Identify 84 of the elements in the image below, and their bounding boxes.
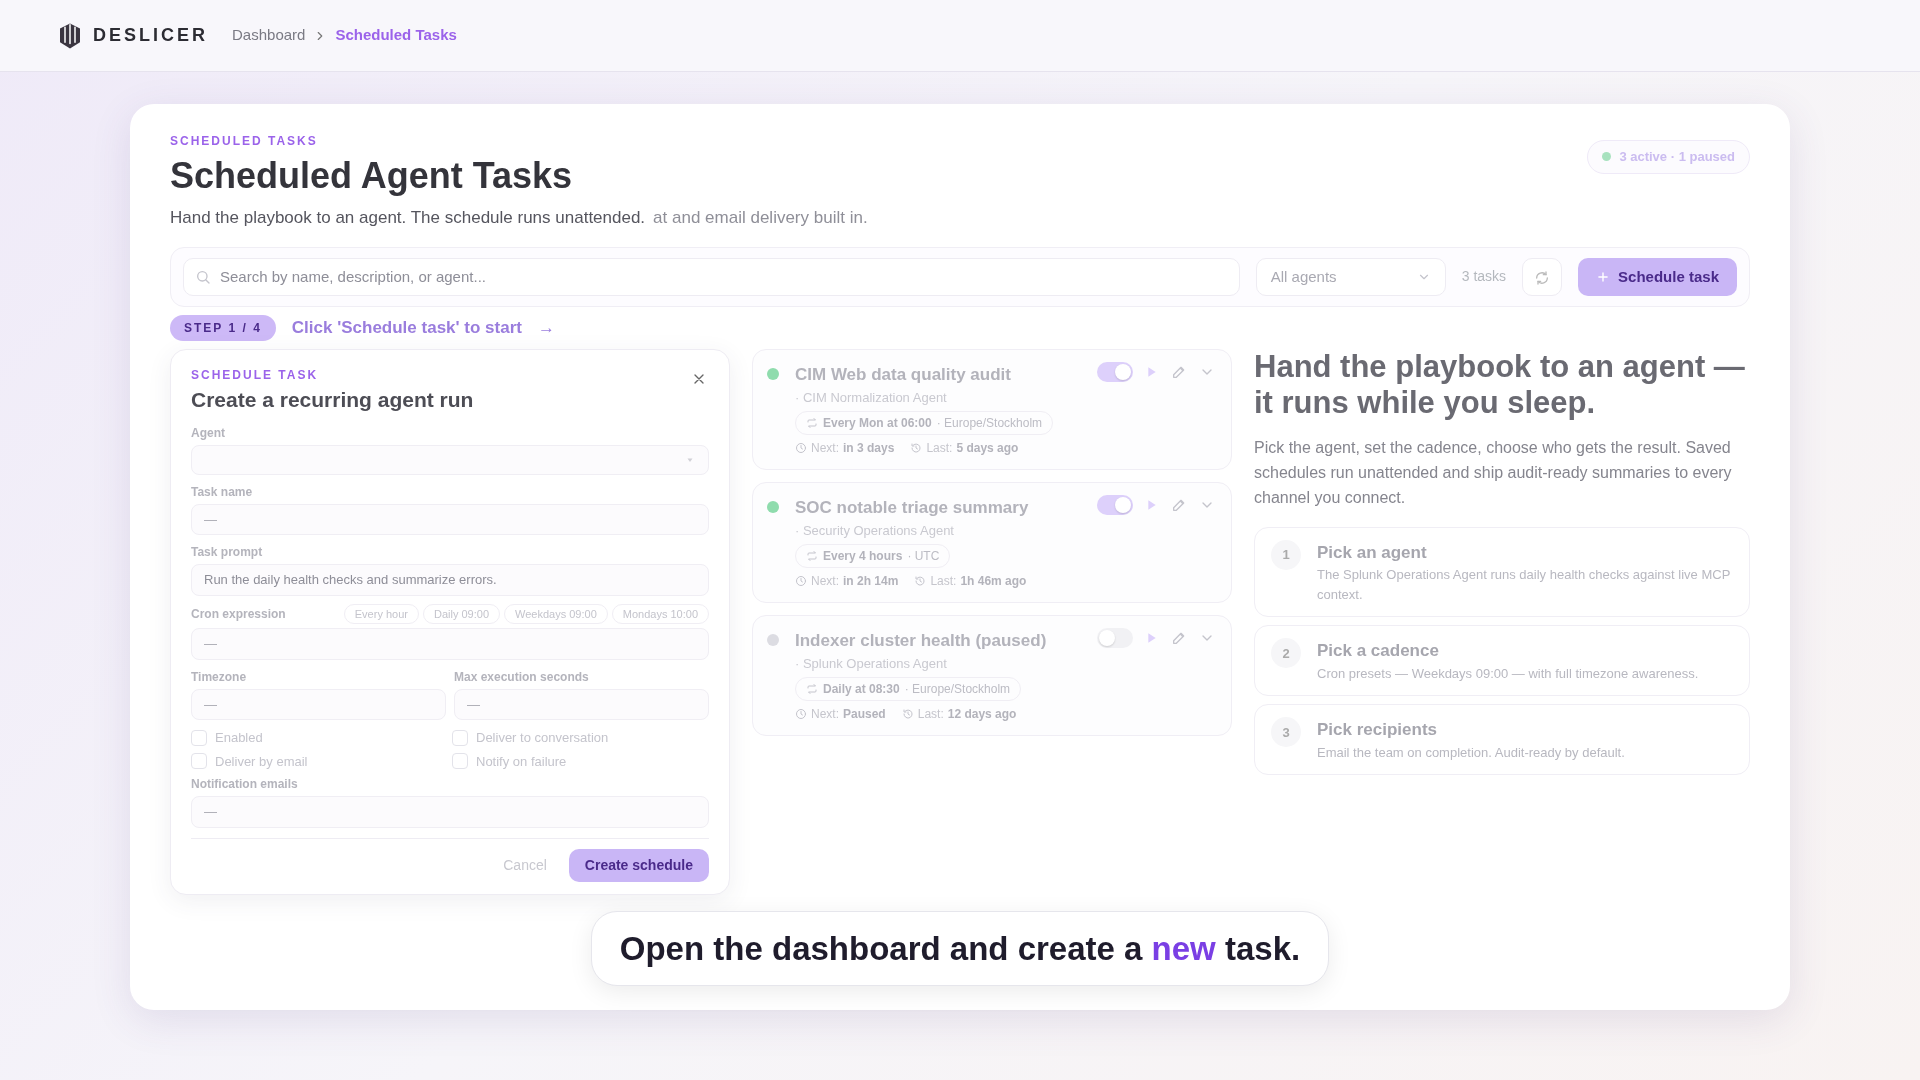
timezone-field[interactable]: — [191,688,446,721]
step-text: The Splunk Operations Agent runs daily health checks against live MCP context. [1317,566,1732,604]
toggle-switch[interactable] [1097,628,1133,649]
checkbox[interactable] [452,753,468,770]
task-name-field[interactable]: — [191,503,709,536]
toggle-switch[interactable] [1097,495,1133,516]
last-run: Last: 12 days ago [901,705,1017,724]
history-icon [901,708,914,721]
clock-icon [795,442,807,455]
page-subtitle: Hand the playbook to an agent. The schedule runs unattended. [170,207,646,230]
create-schedule-button[interactable]: Create schedule [568,848,709,882]
history-icon [914,575,927,588]
caption-text: Open the dashboard and create a new task. [590,910,1330,987]
repeat-icon [806,550,818,563]
step-title: Pick an agent [1317,541,1428,564]
field-label: Timezone [191,668,248,686]
checkbox[interactable] [452,729,468,746]
step-hint: Click 'Schedule task' to start [291,317,522,340]
edit-icon[interactable] [1171,630,1187,647]
preset-chip[interactable]: Daily 09:00 [423,603,501,625]
clock-icon [795,708,807,721]
plus-icon [1596,269,1611,284]
task-name: SOC notable triage summary [795,497,1030,520]
step-text: Cron presets — Weekdays 09:00 — with full timezone awareness. [1317,664,1699,683]
preset-chip[interactable]: Weekdays 09:00 [504,603,608,625]
field-label: Max execution seconds [454,668,590,686]
task-count: 3 tasks [1461,267,1507,287]
option-label: Deliver to conversation [476,729,609,748]
search-icon [195,268,211,285]
step-title: Pick a cadence [1317,640,1440,663]
checkbox[interactable] [191,753,207,770]
option-label: Notify on failure [476,752,567,771]
max-seconds-field[interactable]: — [454,688,709,721]
arrow-glyph: → [537,317,555,340]
step-title: Pick recipients [1317,719,1438,742]
dialog-eyebrow: SCHEDULE TASK [191,367,320,385]
field-label: Task name [191,483,254,501]
schedule-task-button[interactable]: Schedule task [1578,257,1737,297]
cron-field[interactable]: — [191,628,709,660]
page-title: Scheduled Agent Tasks [170,154,574,198]
dialog-title: Create a recurring agent run [191,387,474,414]
option-label: Deliver by email [215,752,308,771]
repeat-icon [806,417,818,430]
clock-icon [795,575,807,588]
option-label: Enabled [215,729,263,748]
task-prompt-field[interactable]: Run the daily health checks and summarize errors. [191,564,709,596]
step-badge: STEP 1 / 4 [170,315,276,342]
history-icon [910,442,923,455]
toggle-switch[interactable] [1097,362,1133,383]
section-eyebrow: SCHEDULED TASKS [170,133,319,150]
edit-icon[interactable] [1171,364,1187,381]
next-run: Next: Paused [795,705,886,724]
hero-text: Pick the agent, set the cadence, choose who gets the result. Saved schedules run unattended and ship audit-ready summaries to every channel you connect. [1254,438,1733,509]
last-run: Last: 5 days ago [910,439,1019,458]
repeat-icon [806,683,818,696]
step-number: 2 [1271,638,1301,669]
search-field[interactable]: Search by name, description, or agent... [183,257,1240,297]
next-run: Next: in 3 days [795,439,895,458]
next-run: Next: in 2h 14m [795,572,899,591]
breadcrumb-link[interactable]: Dashboard [232,24,306,47]
agent-filter[interactable]: All agents [1255,257,1446,297]
refresh-button[interactable] [1522,257,1563,296]
task-name: Indexer cluster health (paused) [795,630,1048,653]
preset-chip[interactable]: Mondays 10:00 [611,603,709,625]
edit-icon[interactable] [1171,497,1187,514]
status-pill: 3 active · 1 paused [1587,140,1750,174]
faded-subtitle: at and email delivery built in. [653,207,868,230]
step-text: Email the team on completion. Audit-ready by default. [1317,743,1625,762]
emails-field[interactable]: — [191,796,709,828]
brand-name: DESLICER [93,24,208,47]
task-name: CIM Web data quality audit [795,364,1012,387]
field-label: Cron expression [191,606,286,624]
field-label: Agent [191,424,226,442]
field-label: Notification emails [191,776,299,794]
preset-chip[interactable]: Every hour [343,603,419,625]
last-run: Last: 1h 46m ago [914,572,1027,591]
checkbox[interactable] [191,729,207,746]
step-number: 3 [1271,717,1301,748]
refresh-icon [1534,269,1551,286]
hero-heading: Hand the playbook to an agent — it runs while you sleep. [1254,349,1746,421]
field-label: Task prompt [191,544,264,562]
step-number: 1 [1271,539,1301,570]
agent-select[interactable] [191,444,709,475]
breadcrumb-link[interactable]: Scheduled Tasks [335,24,457,47]
